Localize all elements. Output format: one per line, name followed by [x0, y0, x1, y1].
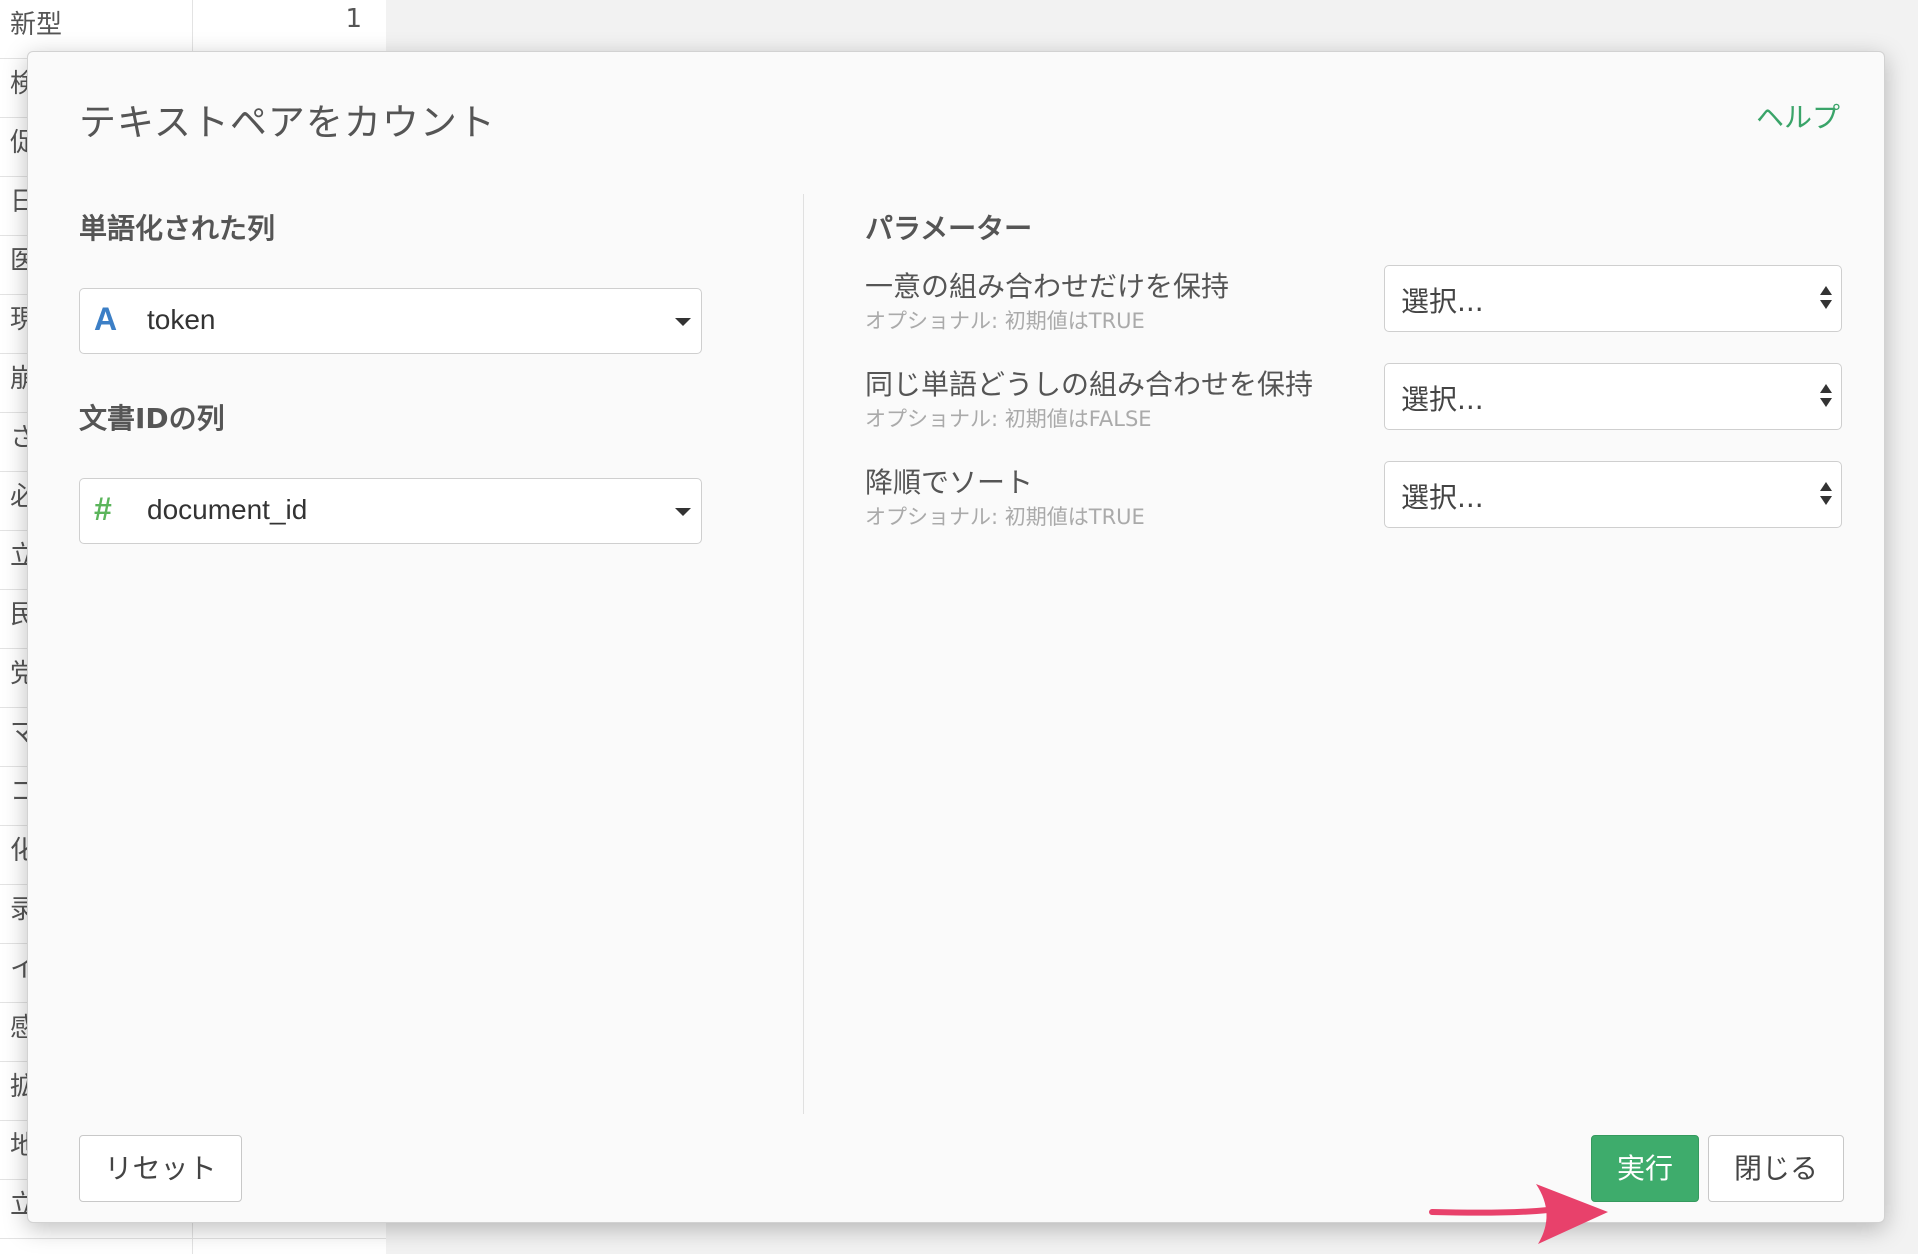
- token-column-value: token: [147, 304, 216, 335]
- dialog-title: テキストペアをカウント: [79, 101, 496, 144]
- column-divider: [803, 194, 804, 1114]
- doc-id-column-value: document_id: [147, 494, 308, 525]
- param-unique-pairs-name: 一意の組み合わせだけを保持: [865, 270, 1230, 303]
- param-sort-desc-name: 降順でソート: [865, 466, 1034, 499]
- param-select-value: 選択...: [1401, 481, 1484, 514]
- caret-down-icon: [675, 318, 691, 326]
- param-same-word-pairs-hint: オプショナル: 初期値はFALSE: [865, 407, 1152, 431]
- numeric-type-icon: #: [94, 491, 112, 527]
- token-column-select[interactable]: A token: [79, 288, 702, 354]
- param-unique-pairs-select[interactable]: 選択...: [1384, 265, 1842, 332]
- parameters-heading: パラメーター: [865, 212, 1033, 245]
- param-select-value: 選択...: [1401, 285, 1484, 318]
- character-type-icon: A: [94, 301, 118, 337]
- doc-id-column-label: 文書IDの列: [79, 402, 225, 435]
- reset-button[interactable]: リセット: [79, 1135, 242, 1202]
- run-button[interactable]: 実行: [1591, 1135, 1699, 1202]
- count-text-pairs-dialog: テキストペアをカウント ヘルプ 単語化された列 A token 文書IDの列 #…: [27, 51, 1885, 1244]
- param-unique-pairs-hint: オプショナル: 初期値はTRUE: [865, 309, 1145, 333]
- table-cell-value: 1: [345, 4, 362, 34]
- param-sort-desc-hint: オプショナル: 初期値はTRUE: [865, 505, 1145, 529]
- table-cell-label: 新型: [10, 10, 63, 40]
- param-same-word-pairs-select[interactable]: 選択...: [1384, 363, 1842, 430]
- doc-id-column-select[interactable]: # document_id: [79, 478, 702, 544]
- param-select-value: 選択...: [1401, 383, 1484, 416]
- updown-arrows-icon: [1819, 482, 1833, 508]
- token-column-label: 単語化された列: [79, 212, 276, 245]
- help-link[interactable]: ヘルプ: [1756, 96, 1840, 136]
- updown-arrows-icon: [1819, 286, 1833, 312]
- caret-down-icon: [675, 508, 691, 516]
- updown-arrows-icon: [1819, 384, 1833, 410]
- close-button[interactable]: 閉じる: [1708, 1135, 1844, 1202]
- param-same-word-pairs-name: 同じ単語どうしの組み合わせを保持: [865, 368, 1314, 401]
- param-sort-desc-select[interactable]: 選択...: [1384, 461, 1842, 528]
